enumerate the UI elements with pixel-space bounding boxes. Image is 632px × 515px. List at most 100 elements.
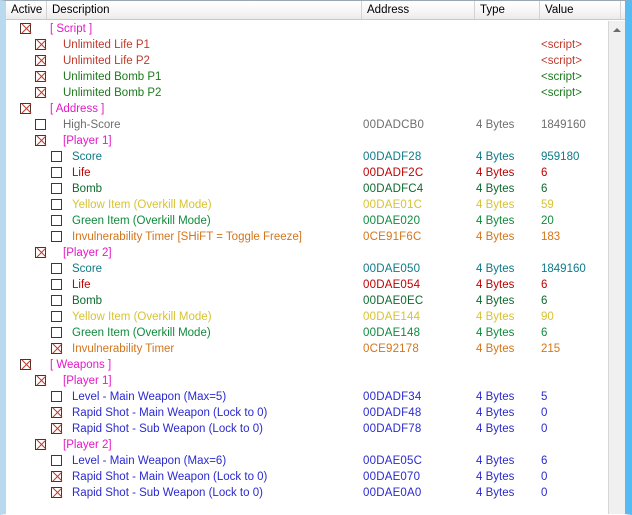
cheat-entry-row[interactable]: Level - Main Weapon (Max=5) 00DADF34 4 Byt… xyxy=(6,389,625,405)
entry-value[interactable]: 0 xyxy=(541,405,547,421)
entry-value[interactable]: 6 xyxy=(541,181,547,197)
entry-value[interactable]: 959180 xyxy=(541,149,579,165)
entry-type[interactable]: 4 Bytes xyxy=(476,117,514,133)
entry-value[interactable]: <script> xyxy=(541,85,582,101)
entry-type[interactable]: 4 Bytes xyxy=(476,389,514,405)
entry-address[interactable]: 00DAE070 xyxy=(363,469,420,485)
checkbox-checked-icon[interactable] xyxy=(51,343,62,354)
checkbox-checked-icon[interactable] xyxy=(20,103,31,114)
entry-description[interactable]: [Player 2] xyxy=(63,245,112,261)
entry-description[interactable]: Green Item (Overkill Mode) xyxy=(72,213,211,229)
cheat-entry-row[interactable]: Rapid Shot - Sub Weapon (Lock to 0) 00DAE… xyxy=(6,485,625,501)
entry-value[interactable]: <script> xyxy=(541,37,582,53)
checkbox-unchecked-icon[interactable] xyxy=(51,279,62,290)
cheat-entry-row[interactable]: [Player 1] xyxy=(6,133,625,149)
checkbox-checked-icon[interactable] xyxy=(51,471,62,482)
entry-value[interactable]: 90 xyxy=(541,309,554,325)
entry-description[interactable]: Life xyxy=(72,277,91,293)
cheat-entry-list[interactable]: [ Script ] Unlimited Life P1 <script> Unlim… xyxy=(6,21,625,514)
entry-description[interactable]: Level - Main Weapon (Max=5) xyxy=(72,389,226,405)
cheat-entry-row[interactable]: [ Script ] xyxy=(6,21,625,37)
vertical-scrollbar[interactable] xyxy=(608,21,625,514)
entry-address[interactable]: 00DADCB0 xyxy=(363,117,424,133)
checkbox-checked-icon[interactable] xyxy=(35,39,46,50)
entry-address[interactable]: 0CE92178 xyxy=(363,341,419,357)
entry-description[interactable]: Yellow Item (Overkill Mode) xyxy=(72,309,212,325)
entry-description[interactable]: Score xyxy=(72,149,102,165)
checkbox-checked-icon[interactable] xyxy=(35,375,46,386)
cheat-entry-row[interactable]: [ Address ] xyxy=(6,101,625,117)
entry-description[interactable]: Life xyxy=(72,165,91,181)
entry-address[interactable]: 00DADFC4 xyxy=(363,181,423,197)
entry-address[interactable]: 00DADF28 xyxy=(363,149,422,165)
checkbox-checked-icon[interactable] xyxy=(35,135,46,146)
entry-description[interactable]: Invulnerability Timer xyxy=(72,341,174,357)
entry-description[interactable]: Unlimited Bomb P2 xyxy=(63,85,161,101)
checkbox-checked-icon[interactable] xyxy=(35,247,46,258)
entry-address[interactable]: 00DAE01C xyxy=(363,197,422,213)
checkbox-checked-icon[interactable] xyxy=(35,71,46,82)
checkbox-checked-icon[interactable] xyxy=(51,407,62,418)
entry-value[interactable]: 0 xyxy=(541,485,547,501)
cheat-entry-row[interactable]: [ Weapons ] xyxy=(6,357,625,373)
entry-description[interactable]: Invulnerability Timer [SHiFT = Toggle Fr… xyxy=(72,229,302,245)
checkbox-checked-icon[interactable] xyxy=(51,423,62,434)
entry-description[interactable]: Unlimited Life P2 xyxy=(63,53,150,69)
entry-description[interactable]: Yellow Item (Overkill Mode) xyxy=(72,197,212,213)
entry-description[interactable]: Green Item (Overkill Mode) xyxy=(72,325,211,341)
cheat-entry-row[interactable]: Green Item (Overkill Mode) 00DAE020 4 Byte… xyxy=(6,213,625,229)
entry-value[interactable]: 5 xyxy=(541,389,547,405)
cheat-entry-row[interactable]: Unlimited Life P2 <script> xyxy=(6,53,625,69)
cheat-entry-row[interactable]: Level - Main Weapon (Max=6) 00DAE05C 4 Byt… xyxy=(6,453,625,469)
entry-description[interactable]: [Player 1] xyxy=(63,133,112,149)
entry-type[interactable]: 4 Bytes xyxy=(476,149,514,165)
cheat-entry-row[interactable]: Rapid Shot - Main Weapon (Lock to 0) 00DA… xyxy=(6,405,625,421)
entry-description[interactable]: Bomb xyxy=(72,293,102,309)
entry-address[interactable]: 0CE91F6C xyxy=(363,229,422,245)
column-header-description[interactable]: Description xyxy=(47,1,362,19)
checkbox-checked-icon[interactable] xyxy=(51,487,62,498)
entry-type[interactable]: 4 Bytes xyxy=(476,421,514,437)
checkbox-unchecked-icon[interactable] xyxy=(51,455,62,466)
entry-address[interactable]: 00DAE0A0 xyxy=(363,485,422,501)
entry-address[interactable]: 00DADF78 xyxy=(363,421,422,437)
entry-description[interactable]: Level - Main Weapon (Max=6) xyxy=(72,453,226,469)
cheat-entry-row[interactable]: Rapid Shot - Sub Weapon (Lock to 0) 00DAD… xyxy=(6,421,625,437)
column-header-value[interactable]: Value xyxy=(540,1,621,19)
entry-address[interactable]: 00DAE0EC xyxy=(363,293,423,309)
entry-description[interactable]: Unlimited Bomb P1 xyxy=(63,69,161,85)
cheat-entry-row[interactable]: Life 00DADF2C 4 Bytes 6 xyxy=(6,165,625,181)
checkbox-unchecked-icon[interactable] xyxy=(51,295,62,306)
entry-description[interactable]: High-Score xyxy=(63,117,121,133)
column-header-active[interactable]: Active xyxy=(6,1,47,19)
checkbox-unchecked-icon[interactable] xyxy=(51,391,62,402)
entry-address[interactable]: 00DAE148 xyxy=(363,325,420,341)
cheat-entry-row[interactable]: Bomb 00DADFC4 4 Bytes 6 xyxy=(6,181,625,197)
entry-value[interactable]: 0 xyxy=(541,469,547,485)
cheat-entry-row[interactable]: Yellow Item (Overkill Mode) 00DAE144 4 Byt… xyxy=(6,309,625,325)
entry-description[interactable]: Rapid Shot - Sub Weapon (Lock to 0) xyxy=(72,421,263,437)
checkbox-checked-icon[interactable] xyxy=(35,87,46,98)
entry-value[interactable]: 6 xyxy=(541,325,547,341)
entry-value[interactable]: 20 xyxy=(541,213,554,229)
entry-description[interactable]: Rapid Shot - Main Weapon (Lock to 0) xyxy=(72,469,267,485)
entry-description[interactable]: Rapid Shot - Main Weapon (Lock to 0) xyxy=(72,405,267,421)
checkbox-checked-icon[interactable] xyxy=(20,359,31,370)
checkbox-unchecked-icon[interactable] xyxy=(35,119,46,130)
entry-description[interactable]: [ Address ] xyxy=(50,101,104,117)
entry-address[interactable]: 00DAE054 xyxy=(363,277,420,293)
entry-value[interactable]: 6 xyxy=(541,453,547,469)
checkbox-unchecked-icon[interactable] xyxy=(51,263,62,274)
checkbox-checked-icon[interactable] xyxy=(35,55,46,66)
checkbox-unchecked-icon[interactable] xyxy=(51,183,62,194)
entry-type[interactable]: 4 Bytes xyxy=(476,405,514,421)
entry-type[interactable]: 4 Bytes xyxy=(476,277,514,293)
entry-value[interactable]: 1849160 xyxy=(541,261,586,277)
checkbox-unchecked-icon[interactable] xyxy=(51,199,62,210)
checkbox-unchecked-icon[interactable] xyxy=(51,215,62,226)
cheat-entry-row[interactable]: Score 00DAE050 4 Bytes 1849160 xyxy=(6,261,625,277)
entry-value[interactable]: 6 xyxy=(541,165,547,181)
entry-description[interactable]: [ Weapons ] xyxy=(50,357,111,373)
entry-value[interactable]: <script> xyxy=(541,53,582,69)
cheat-entry-row[interactable]: Score 00DADF28 4 Bytes 959180 xyxy=(6,149,625,165)
